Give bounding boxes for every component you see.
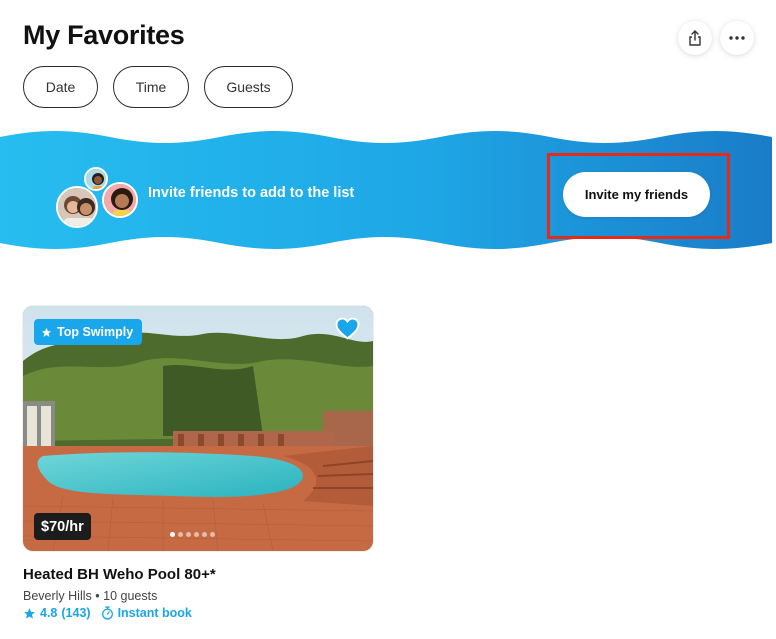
star-icon — [41, 327, 52, 337]
top-swimply-badge: Top Swimply — [34, 319, 143, 345]
rating: 4.8 (143) — [23, 606, 91, 620]
highlight-box — [547, 153, 730, 239]
instant-book: Instant book — [101, 606, 192, 620]
share-icon — [689, 30, 701, 46]
rating-value: 4.8 — [40, 606, 58, 620]
friend-avatars — [0, 125, 140, 260]
listing-location: Beverly Hills — [23, 589, 92, 603]
share-button[interactable] — [678, 21, 712, 55]
avatar — [102, 182, 138, 218]
listing-title[interactable]: Heated BH Weho Pool 80+* — [23, 566, 216, 583]
price-tag: $70/hr — [34, 513, 91, 540]
filter-bar: Date Time Guests — [23, 66, 293, 108]
more-button[interactable] — [720, 21, 754, 55]
badge-label: Top Swimply — [57, 325, 134, 339]
guests-filter-button[interactable]: Guests — [204, 66, 293, 108]
carousel-dot[interactable] — [170, 532, 175, 537]
review-count: (143) — [61, 606, 91, 620]
time-filter-button[interactable]: Time — [113, 66, 189, 108]
page-title: My Favorites — [23, 20, 185, 50]
listing-card[interactable]: Top Swimply $70/hr — [23, 306, 373, 551]
date-filter-button[interactable]: Date — [23, 66, 98, 108]
separator-dot: • — [95, 589, 100, 603]
heart-icon — [335, 317, 360, 340]
favorite-button[interactable] — [335, 317, 360, 345]
carousel-dot[interactable] — [186, 532, 191, 537]
listing-meta: 4.8 (143) Instant book — [23, 606, 192, 620]
star-icon — [24, 607, 35, 619]
invite-banner-text: Invite friends to add to the list — [148, 185, 355, 201]
carousel-dot[interactable] — [210, 532, 215, 537]
carousel-dot[interactable] — [194, 532, 199, 537]
carousel-dot[interactable] — [178, 532, 183, 537]
carousel-dot[interactable] — [202, 532, 207, 537]
avatar — [56, 186, 98, 228]
invite-banner: Invite friends to add to the list Invite… — [0, 125, 772, 260]
listing-subtitle: Beverly Hills • 10 guests — [23, 589, 157, 603]
listing-guests: 10 guests — [103, 589, 158, 603]
avatar — [84, 167, 108, 191]
carousel-dots[interactable] — [170, 532, 215, 537]
stopwatch-icon — [101, 606, 113, 620]
instant-book-label: Instant book — [117, 606, 192, 620]
more-icon — [729, 36, 745, 40]
top-actions — [678, 21, 754, 55]
